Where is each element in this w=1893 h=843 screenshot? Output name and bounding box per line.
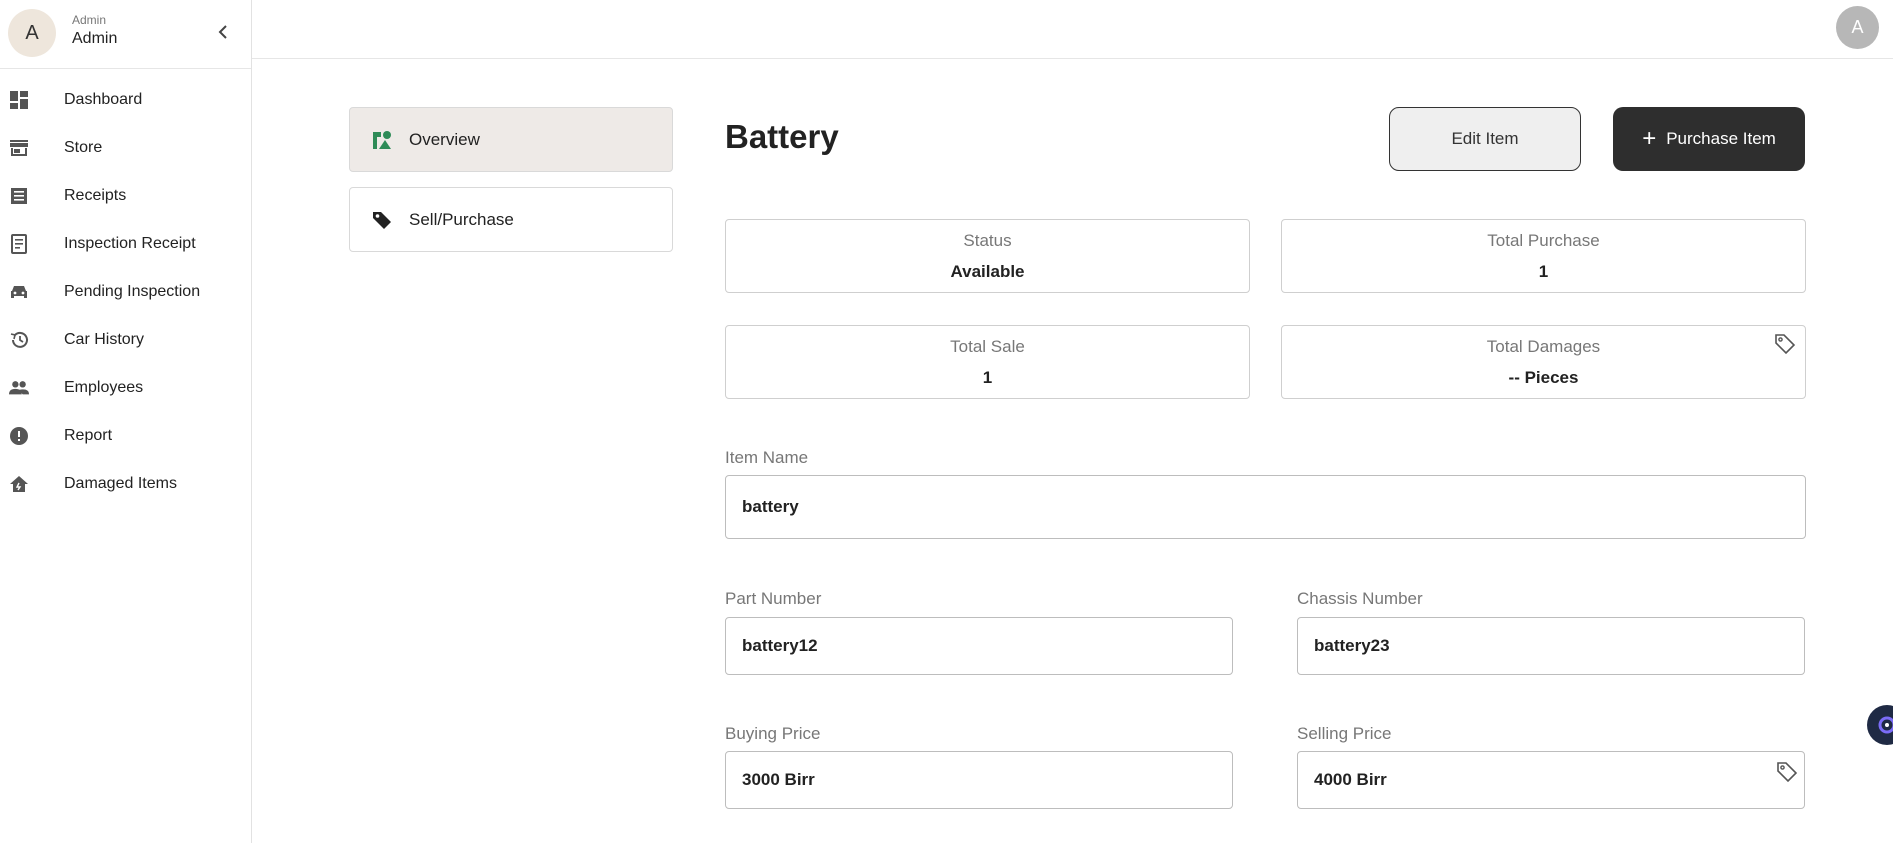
- status-value: Available: [950, 262, 1025, 281]
- chassis-number-label: Chassis Number: [1297, 589, 1423, 608]
- inspection-receipt-icon: [9, 234, 29, 254]
- sidebar-item-label: Store: [64, 139, 103, 156]
- sidebar-nav: Dashboard Store Receipts Inspection Rece…: [0, 69, 251, 508]
- user-role: Admin: [72, 13, 107, 27]
- total-purchase-value: 1: [1538, 262, 1549, 281]
- sidebar-item-label: Receipts: [64, 187, 127, 204]
- sidebar: A Admin Admin Dashboard Store Receipts I…: [0, 0, 252, 843]
- sidebar-item-label: Report: [64, 427, 113, 444]
- tab-sell-purchase[interactable]: Sell/Purchase: [349, 187, 673, 252]
- total-purchase-label: Total Purchase: [1487, 231, 1600, 250]
- purchase-item-label: Purchase Item: [1666, 129, 1776, 148]
- sidebar-item-label: Car History: [64, 331, 145, 348]
- page-title: Battery: [725, 118, 839, 155]
- receipt-icon: [9, 186, 29, 206]
- top-bar: A: [252, 0, 1893, 59]
- sidebar-item-label: Damaged Items: [64, 475, 177, 492]
- sidebar-item-receipts[interactable]: Receipts: [0, 172, 251, 220]
- chassis-number-input[interactable]: [1297, 617, 1805, 675]
- item-name-input[interactable]: [725, 475, 1806, 539]
- chat-icon: [1878, 716, 1893, 734]
- part-number-label: Part Number: [725, 589, 822, 608]
- sidebar-item-car-history[interactable]: Car History: [0, 316, 251, 364]
- plus-icon: +: [1642, 125, 1657, 152]
- overview-icon: [370, 128, 394, 152]
- sidebar-item-store[interactable]: Store: [0, 124, 251, 172]
- home-damage-icon: [9, 474, 29, 494]
- sidebar-item-damaged-items[interactable]: Damaged Items: [0, 460, 251, 508]
- sidebar-item-inspection-receipt[interactable]: Inspection Receipt: [0, 220, 251, 268]
- total-sale-value: 1: [982, 368, 993, 387]
- total-damages-value: -- Pieces: [1508, 368, 1579, 387]
- chat-widget-button[interactable]: [1867, 705, 1893, 745]
- buying-price-input[interactable]: [725, 751, 1233, 809]
- sidebar-item-dashboard[interactable]: Dashboard: [0, 76, 251, 124]
- sidebar-item-label: Dashboard: [64, 91, 143, 108]
- tab-overview-label: Overview: [409, 129, 480, 149]
- selling-price-input[interactable]: [1297, 751, 1805, 809]
- buying-price-label: Buying Price: [725, 724, 821, 743]
- user-avatar-button[interactable]: A: [1836, 6, 1879, 49]
- car-icon: [9, 282, 29, 302]
- item-name-label: Item Name: [725, 448, 809, 467]
- sidebar-item-pending-inspection[interactable]: Pending Inspection: [0, 268, 251, 316]
- total-sale-label: Total Sale: [950, 337, 1025, 356]
- collapse-sidebar-button[interactable]: [214, 20, 232, 44]
- edit-item-button[interactable]: Edit Item: [1389, 107, 1581, 171]
- part-number-input[interactable]: [725, 617, 1233, 675]
- tag-outline-icon: [1777, 762, 1798, 783]
- total-sale-card: Total Sale 1: [725, 325, 1250, 399]
- tab-sell-purchase-label: Sell/Purchase: [409, 209, 514, 229]
- chevron-left-icon: [218, 25, 227, 39]
- sidebar-item-label: Pending Inspection: [64, 283, 201, 300]
- sidebar-item-label: Inspection Receipt: [64, 235, 196, 252]
- store-icon: [9, 138, 29, 158]
- history-icon: [9, 330, 29, 350]
- avatar[interactable]: A: [8, 9, 56, 57]
- sidebar-item-report[interactable]: Report: [0, 412, 251, 460]
- tag-icon: [370, 208, 394, 232]
- sidebar-header: A Admin Admin: [0, 0, 251, 69]
- dashboard-icon: [9, 90, 29, 110]
- user-name: Admin: [72, 30, 118, 47]
- status-label: Status: [963, 231, 1012, 250]
- selling-price-label: Selling Price: [1297, 724, 1392, 743]
- people-icon: [9, 378, 29, 398]
- sidebar-item-employees[interactable]: Employees: [0, 364, 251, 412]
- sidebar-item-label: Employees: [64, 379, 144, 396]
- tag-outline-icon: [1775, 334, 1796, 355]
- total-damages-label: Total Damages: [1486, 337, 1601, 356]
- total-purchase-card: Total Purchase 1: [1281, 219, 1806, 293]
- purchase-item-button[interactable]: + Purchase Item: [1613, 107, 1805, 171]
- total-damages-card: Total Damages -- Pieces: [1281, 325, 1806, 399]
- tab-overview[interactable]: Overview: [349, 107, 673, 172]
- status-card: Status Available: [725, 219, 1250, 293]
- alert-icon: [9, 426, 29, 446]
